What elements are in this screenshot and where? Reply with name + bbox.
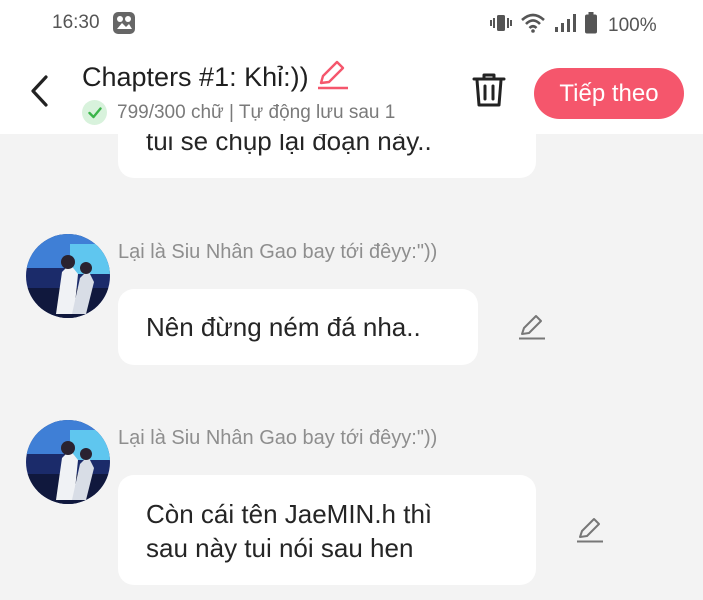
signal-icon — [554, 13, 576, 38]
wifi-icon — [521, 13, 545, 38]
sender-name: Lại là Siu Nhân Gao bay tới đêyy:")) — [118, 241, 438, 263]
avatar[interactable] — [26, 234, 110, 318]
word-count-autosave: 799/300 chữ | Tự động lưu sau 1 — [117, 101, 396, 123]
sender-name: Lại là Siu Nhân Gao bay tới đêyy:")) — [118, 427, 438, 449]
message-text-line: Còn cái tên JaeMIN.h thì — [146, 499, 433, 529]
message-text: Nên đừng ném đá nha.. — [146, 312, 421, 342]
status-indicators: 100% — [490, 12, 657, 39]
next-button[interactable]: Tiếp theo — [534, 68, 684, 119]
check-icon — [82, 100, 107, 125]
status-time: 16:30 — [52, 12, 100, 33]
trash-icon[interactable] — [472, 72, 506, 113]
pencil-icon[interactable] — [317, 60, 349, 95]
vibrate-icon — [490, 13, 512, 38]
message-bubble[interactable]: Nên đừng ném đá nha.. — [118, 289, 478, 365]
editor-header: Chapters #1: Khỉ:)) 799/300 chữ | Tự độn… — [0, 46, 703, 134]
title-row: Chapters #1: Khỉ:)) — [82, 60, 349, 95]
message-bubble[interactable]: Còn cái tên JaeMIN.h thì sau này tui nói… — [118, 475, 536, 585]
pencil-icon[interactable] — [576, 517, 604, 548]
battery-icon — [585, 12, 597, 39]
battery-percent: 100% — [608, 14, 657, 36]
back-arrow-icon[interactable] — [28, 74, 52, 108]
message-text-line: sau này tui nói sau hen — [146, 533, 414, 563]
avatar[interactable] — [26, 420, 110, 504]
pencil-icon[interactable] — [518, 314, 546, 345]
status-bar: 16:30 100% — [0, 0, 703, 46]
gallery-app-icon — [112, 11, 136, 40]
save-status: 799/300 chữ | Tự động lưu sau 1 — [82, 100, 454, 125]
chapter-title[interactable]: Chapters #1: Khỉ:)) — [82, 62, 309, 93]
